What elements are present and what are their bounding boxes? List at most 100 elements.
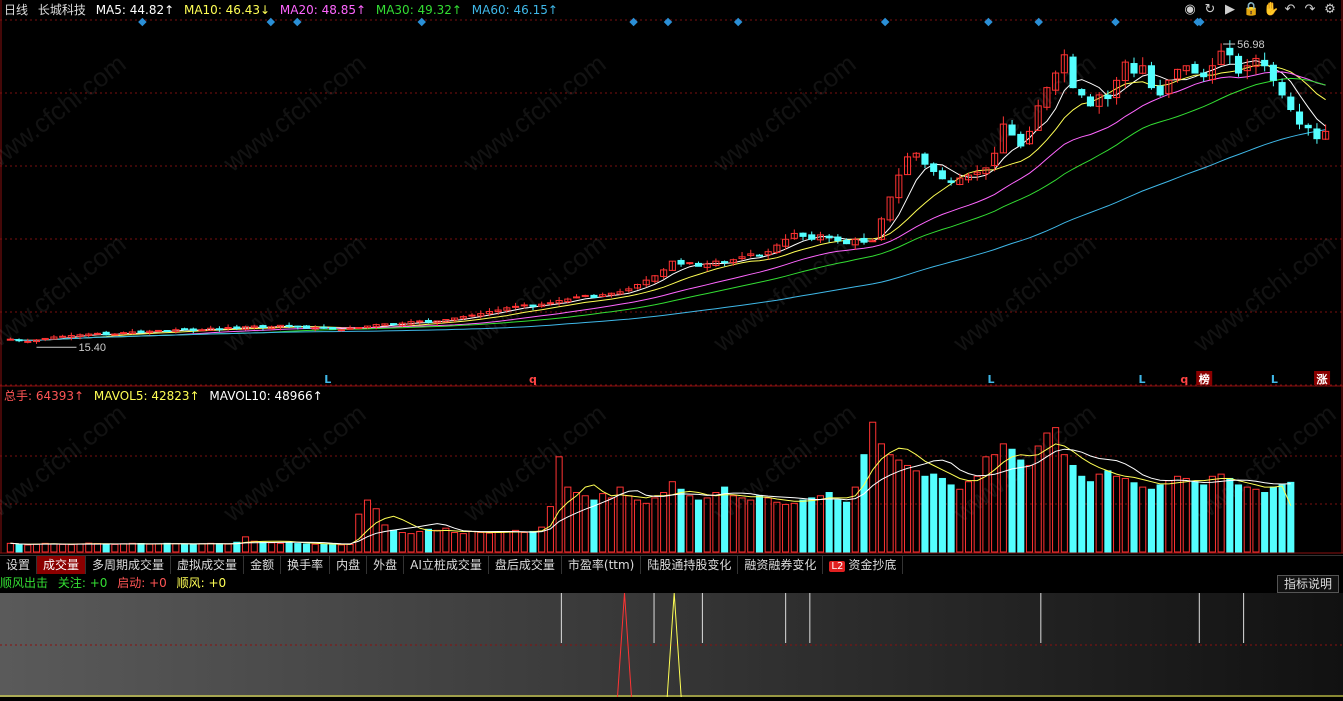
candle-body	[825, 235, 833, 239]
watermark-text: www.cfchi.com	[707, 48, 862, 178]
tab-9[interactable]: 盘后成交量	[489, 556, 562, 574]
hand-icon[interactable]: ✋	[1263, 2, 1279, 18]
candlesticks	[6, 40, 1330, 344]
candle-body	[93, 332, 102, 335]
tab-8[interactable]: AI立桩成交量	[404, 556, 489, 574]
diamond-marker-0	[138, 17, 147, 27]
volume-bar	[843, 501, 851, 553]
ma5-line	[10, 60, 1326, 341]
volume-bar	[1008, 448, 1016, 553]
candle-body	[930, 163, 938, 172]
watermark-text: www.cfchi.com	[1187, 48, 1342, 178]
mavol5-label: MAVOL5: 42823↑	[93, 389, 200, 403]
tab-label: 金额	[250, 558, 275, 572]
tab-label: AI立桩成交量	[410, 558, 482, 572]
candle-body	[520, 304, 528, 307]
tab-1[interactable]: 成交量	[37, 556, 87, 574]
indicator-tabs: 设置 成交量 多周期成交量 虚拟成交量 金额 换手率 内盘 外盘 AI立桩成交量 盘后成交量 市盈率…	[0, 555, 1343, 574]
volume-bar	[564, 486, 572, 553]
candle-body	[1304, 124, 1312, 129]
top-diamond-markers	[138, 17, 1205, 27]
volume-bar	[451, 532, 459, 553]
candle-body	[1104, 94, 1112, 100]
volume-header: 总手: 64393↑ MAVOL5: 42823↑ MAVOL10: 48966…	[4, 388, 329, 404]
volume-bar	[93, 543, 102, 553]
volume-bar	[668, 481, 676, 553]
tab-3[interactable]: 虚拟成交量	[171, 556, 245, 574]
ma60-label: MA60: 46.15↑	[471, 3, 558, 17]
volume-bar	[459, 533, 467, 553]
candle-body	[15, 339, 23, 342]
watermark-text: www.cfchi.com	[217, 398, 372, 528]
tab-2[interactable]: 多周期成交量	[86, 556, 172, 574]
volume-bar	[572, 492, 581, 553]
period-label[interactable]: 日线	[4, 3, 28, 17]
tab-11[interactable]: 陆股通持股变化	[641, 556, 739, 574]
candle-body	[921, 153, 929, 165]
candle-body	[1008, 124, 1016, 136]
forward-icon[interactable]: ↷	[1303, 2, 1317, 18]
tab-4[interactable]: 金额	[244, 556, 282, 574]
candle-body	[1261, 59, 1269, 67]
settings-icon[interactable]: ⚙	[1323, 2, 1337, 18]
ma20-label: MA20: 48.85↑	[279, 3, 367, 17]
stock-chart[interactable]: www.cfchi.com www.cfchi.com www.cfchi.com w…	[0, 0, 1343, 701]
volume-bar	[32, 543, 41, 553]
candle-body	[1069, 56, 1077, 89]
tab-label: 盘后成交量	[494, 558, 555, 572]
bottom-marker-0: L	[324, 373, 331, 386]
volume-bar	[1060, 454, 1068, 553]
play-icon[interactable]: ▶	[1223, 2, 1237, 18]
volume-bar	[930, 473, 938, 553]
refresh-icon[interactable]: ↻	[1203, 2, 1217, 18]
back-icon[interactable]: ↶	[1283, 2, 1297, 18]
candle-body	[337, 329, 345, 332]
volume-bar	[616, 486, 624, 553]
candle-body	[137, 330, 145, 334]
candle-body	[189, 328, 197, 331]
volume-bar	[407, 533, 415, 553]
watermark-text: www.cfchi.com	[457, 228, 612, 358]
tab-7[interactable]: 外盘	[367, 556, 405, 574]
volume-bar	[15, 543, 23, 553]
volume-bar	[50, 543, 58, 553]
candle-body	[294, 325, 302, 328]
volume-bar	[102, 543, 110, 553]
candle-body	[529, 304, 537, 307]
watermark-text: www.cfchi.com	[947, 228, 1102, 358]
tab-10[interactable]: 市盈率(ttm)	[562, 556, 642, 574]
tab-12[interactable]: 融资融券变化	[738, 556, 824, 574]
volume-bar	[76, 543, 84, 553]
volume-bar	[268, 542, 276, 553]
candle-body	[120, 332, 128, 335]
volume-bar	[241, 536, 250, 553]
volume-bar	[529, 530, 537, 553]
eye-icon[interactable]: ◉	[1183, 2, 1197, 18]
tab-13[interactable]: L2 资金抄底	[823, 556, 904, 574]
volume-bar	[694, 499, 703, 553]
ma5-label: MA5: 44.82↑	[95, 3, 175, 17]
candle-body	[1278, 82, 1286, 96]
tab-5[interactable]: 换手率	[281, 556, 331, 574]
volume-bar	[320, 543, 328, 553]
watermark-text: www.cfchi.com	[1187, 228, 1342, 358]
volume-bar	[764, 497, 772, 553]
volume-bar	[1139, 486, 1147, 553]
volume-bar	[337, 544, 345, 553]
volume-bar	[215, 543, 223, 553]
tab-6[interactable]: 内盘	[330, 556, 368, 574]
watermark-text: www.cfchi.com	[0, 48, 131, 178]
volume-bar	[773, 501, 781, 553]
volume-bar	[1121, 477, 1129, 553]
volume-bar	[120, 543, 128, 553]
volume-bar	[512, 529, 520, 553]
tab-0[interactable]: 设置	[0, 556, 38, 574]
ma60-line	[10, 129, 1326, 341]
volume-bar	[520, 532, 528, 553]
lock-icon[interactable]: 🔒	[1243, 2, 1259, 18]
candle-body	[329, 327, 337, 330]
indicator-help-button[interactable]: 指标说明	[1276, 575, 1339, 593]
volume-bar	[372, 508, 380, 553]
volume-bar	[503, 530, 511, 553]
volume-bar	[494, 532, 502, 553]
